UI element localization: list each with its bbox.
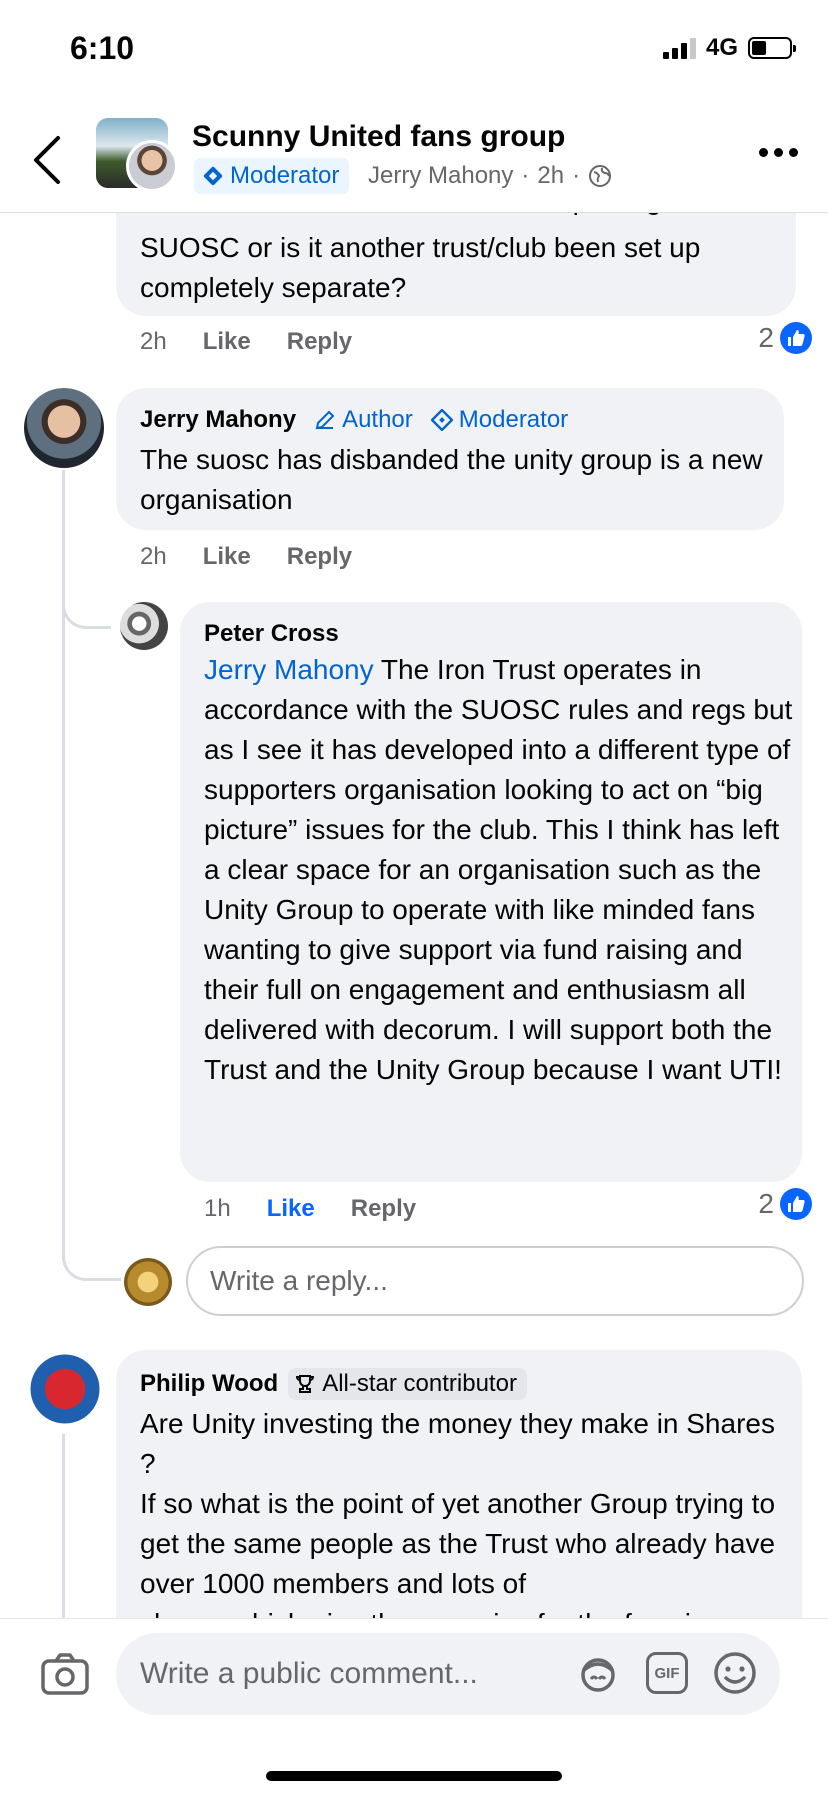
comment-composer: Write a public comment... GIF <box>0 1618 828 1793</box>
comment-text: SUOSC or is it another trust/club been s… <box>140 232 701 303</box>
post-age[interactable]: 2h <box>537 162 564 190</box>
home-indicator <box>266 1771 562 1781</box>
globe-icon <box>589 165 612 187</box>
trophy-icon <box>296 1375 315 1393</box>
comment-time[interactable]: 1h <box>204 1195 231 1223</box>
post-author[interactable]: Jerry Mahony <box>368 162 513 190</box>
emoji-icon[interactable] <box>712 1650 758 1696</box>
like-button[interactable]: Like <box>203 328 251 356</box>
comment-text: Jerry Mahony The Iron Trust operates in … <box>204 654 793 1085</box>
avatar[interactable] <box>24 388 104 468</box>
my-avatar <box>124 1258 172 1306</box>
thumbs-up-icon <box>780 1188 812 1220</box>
like-button[interactable]: Like <box>267 1195 315 1223</box>
thumbs-up-icon <box>780 322 812 354</box>
status-time: 6:10 <box>70 30 135 66</box>
back-icon[interactable] <box>30 134 70 186</box>
post-meta: Jerry Mahony · 2h · <box>368 162 612 190</box>
reaction-count[interactable]: 2 <box>758 1188 812 1220</box>
avatar[interactable] <box>120 602 168 650</box>
author-tag: Author <box>314 406 413 434</box>
more-options-icon[interactable] <box>759 148 798 157</box>
pencil-icon <box>315 410 335 430</box>
moderator-label: Moderator <box>230 162 340 189</box>
comment-time[interactable]: 2h <box>140 328 167 356</box>
reply-button[interactable]: Reply <box>287 543 352 571</box>
public-comment-input[interactable]: Write a public comment... GIF <box>116 1633 780 1715</box>
comment-actions: 1h Like Reply <box>204 1195 416 1223</box>
comment-actions: 2h Like Reply <box>140 328 352 356</box>
status-indicators: 4G <box>662 34 796 62</box>
camera-icon[interactable] <box>40 1649 90 1699</box>
signal-icon <box>662 37 696 59</box>
thread-line <box>62 470 65 1260</box>
comment-header: Philip Wood All-star contributor <box>140 1368 527 1400</box>
mention-link[interactable]: Jerry Mahony <box>204 654 374 685</box>
thread-line <box>62 1434 65 1624</box>
comment-bubble: Philip Wood All-star contributor Are Uni… <box>116 1350 802 1650</box>
author-avatar[interactable] <box>126 140 178 192</box>
battery-icon <box>748 37 796 59</box>
moderator-icon <box>203 166 223 186</box>
moderator-tag: Moderator <box>430 406 568 434</box>
moderator-badge: Moderator <box>194 158 350 194</box>
network-label: 4G <box>705 34 738 61</box>
comment-bubble: Jerry Mahony Author Moderator The suosc … <box>116 388 784 530</box>
reaction-count[interactable]: 2 <box>758 322 812 354</box>
group-name[interactable]: Scunny United fans group <box>192 120 565 154</box>
comment-text: The suosc has disbanded the unity group … <box>140 444 763 515</box>
composer-icons: GIF <box>574 1649 758 1697</box>
commenter-name[interactable]: Peter Cross <box>204 620 339 648</box>
reply-button[interactable]: Reply <box>351 1195 416 1223</box>
comment-time[interactable]: 2h <box>140 543 167 571</box>
thread-branch <box>62 1240 121 1281</box>
gif-icon[interactable]: GIF <box>646 1652 688 1694</box>
comment-text: Are Unity investing the money they make … <box>140 1408 776 1599</box>
like-button[interactable]: Like <box>203 543 251 571</box>
comment-actions: 2h Like Reply <box>140 543 352 571</box>
thread-branch <box>62 590 111 629</box>
avatar[interactable] <box>26 1350 104 1428</box>
comment-bubble: Peter Cross Jerry Mahony The Iron Trust … <box>180 602 802 1182</box>
commenter-name[interactable]: Philip Wood <box>140 1370 278 1398</box>
avatar-sticker-icon[interactable] <box>574 1649 622 1697</box>
reply-button[interactable]: Reply <box>287 328 352 356</box>
post-header: Scunny United fans group Moderator Jerry… <box>0 100 828 213</box>
comment-header: Jerry Mahony Author Moderator <box>140 406 568 434</box>
moderator-icon <box>430 409 453 431</box>
reply-input[interactable]: Write a reply... <box>186 1246 804 1316</box>
commenter-name[interactable]: Jerry Mahony <box>140 406 296 434</box>
contributor-badge: All-star contributor <box>288 1368 527 1400</box>
